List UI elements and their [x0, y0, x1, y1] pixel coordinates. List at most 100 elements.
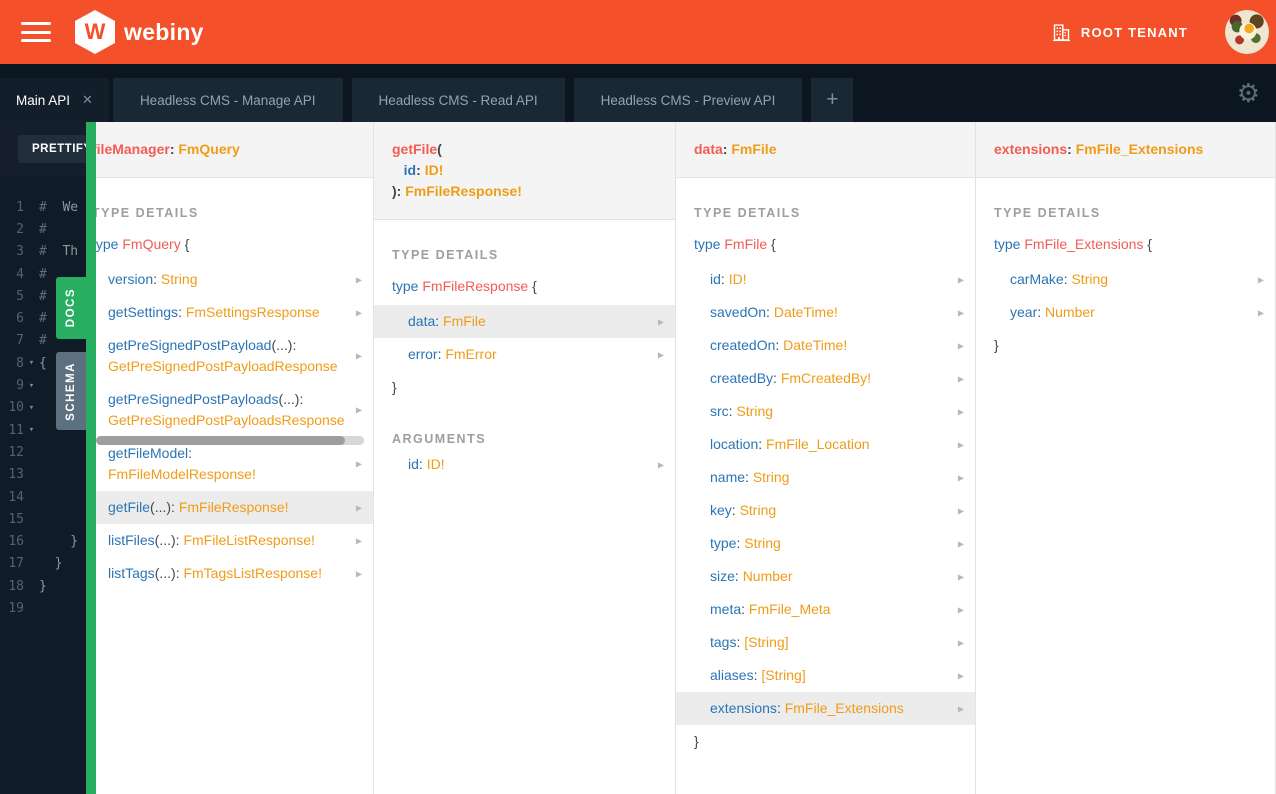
tab-headless-cms-preview-api[interactable]: Headless CMS - Preview API [573, 78, 803, 122]
doc-field-row[interactable]: createdOn: DateTime! ▶ [676, 329, 975, 362]
doc-field-row[interactable]: meta: FmFile_Meta ▶ [676, 593, 975, 626]
doc-field-row[interactable]: tags: [String] ▶ [676, 626, 975, 659]
fold-triangle-down-icon[interactable]: ▾ [24, 403, 39, 413]
line-number: 10 [8, 400, 24, 416]
doc-field-row[interactable]: id: ID! ▶ [676, 263, 975, 296]
gear-icon[interactable]: ⚙ [1237, 80, 1260, 106]
tab-main-api[interactable]: Main API ✕ [0, 78, 109, 122]
section-title: TYPE DETAILS [96, 206, 199, 220]
doc-field-row[interactable]: src: String ▶ [676, 395, 975, 428]
doc-field-row[interactable]: id: ID! ▶ [374, 448, 675, 481]
api-tab-bar: Main API ✕ Headless CMS - Manage API Headle… [0, 64, 1276, 122]
field-args: (...) [278, 391, 300, 407]
doc-field-row[interactable]: name: String ▶ [676, 461, 975, 494]
type-link[interactable]: FmQuery [178, 141, 239, 157]
tab-docs[interactable]: DOCS [56, 277, 86, 339]
line-number: 8 [16, 355, 24, 371]
expand-arrow-icon: ▶ [355, 351, 362, 361]
field-type: String [752, 469, 790, 485]
type-link[interactable]: FmFile_Extensions [1076, 141, 1204, 157]
type-declaration[interactable]: type FmQuery { [96, 222, 373, 263]
webiny-logo[interactable]: W webiny [75, 10, 204, 54]
type-link[interactable]: FmFile [731, 141, 776, 157]
expand-arrow-icon: ▶ [957, 341, 964, 350]
field-name: meta [710, 601, 742, 617]
doc-field-row[interactable]: data: FmFile ▶ [374, 305, 675, 338]
doc-field-row[interactable]: size: Number ▶ [676, 560, 975, 593]
fold-triangle-down-icon[interactable]: ▾ [24, 425, 39, 435]
expand-arrow-icon: ▶ [1257, 308, 1264, 317]
field-type: FmCreatedBy! [780, 370, 872, 386]
expand-arrow-icon: ▶ [957, 374, 964, 383]
doc-field-row[interactable]: aliases: [String] ▶ [676, 659, 975, 692]
expand-arrow-icon: ▶ [657, 460, 664, 469]
doc-field-row[interactable]: location: FmFile_Location ▶ [676, 428, 975, 461]
tab-headless-cms-manage-api[interactable]: Headless CMS - Manage API [112, 78, 343, 122]
tenant-selector[interactable]: ROOT TENANT [1051, 22, 1188, 43]
field-type: ID! [728, 271, 747, 287]
type-link[interactable]: ID! [425, 162, 444, 178]
field-name: savedOn [710, 304, 767, 320]
field-type: DateTime! [773, 304, 838, 320]
doc-field-row[interactable]: listFiles(...): FmFileListResponse! ▶ [96, 524, 373, 557]
doc-field-row[interactable]: getFileModel: FmFileModelResponse! ▶ [96, 437, 373, 491]
field-name: tags [710, 634, 737, 650]
editor-line: 18} [0, 575, 86, 597]
field-type: String [160, 271, 198, 287]
line-number: 13 [8, 467, 24, 483]
doc-field-row[interactable]: carMake: String ▶ [976, 263, 1275, 296]
field-name: extensions [710, 700, 777, 716]
fold-triangle-down-icon[interactable]: ▾ [24, 381, 39, 391]
doc-field-row[interactable]: extensions: FmFile_Extensions ▶ [676, 692, 975, 725]
tenant-label: ROOT TENANT [1080, 24, 1188, 40]
type-declaration[interactable]: type FmFile_Extensions { [976, 222, 1275, 263]
fold-triangle-down-icon[interactable]: ▾ [24, 358, 39, 368]
field-type: FmFileModelResponse! [108, 466, 256, 482]
doc-field-row[interactable]: listTags(...): FmTagsListResponse! ▶ [96, 557, 373, 590]
type-link[interactable]: FmFileResponse! [405, 183, 522, 199]
doc-column: extensions: FmFile_Extensions TYPE DETAIL… [976, 122, 1276, 794]
expand-arrow-icon: ▶ [957, 638, 964, 647]
doc-field-row[interactable]: getPreSignedPostPayloads(...): GetPreSig… [96, 383, 373, 437]
avatar[interactable] [1225, 10, 1269, 54]
editor-line: 16 } [0, 530, 86, 552]
doc-field-row[interactable]: error: FmError ▶ [374, 338, 675, 371]
field-type: [String] [744, 634, 789, 650]
tab-schema[interactable]: SCHEMA [56, 352, 86, 430]
field-type: ID! [426, 456, 445, 472]
doc-field-row[interactable]: year: Number ▶ [976, 296, 1275, 329]
docs-panel-edge[interactable] [86, 122, 96, 794]
doc-field-row[interactable]: getPreSignedPostPayload(...): GetPreSign… [96, 329, 373, 383]
field-name: id [710, 271, 721, 287]
field-name: getSettings [108, 304, 179, 320]
field-name: version [108, 271, 154, 287]
menu-icon[interactable] [21, 22, 51, 42]
prettify-button[interactable]: PRETTIFY [18, 135, 86, 163]
editor-toolbar: PRETTIFY [0, 122, 86, 176]
field-name: src [710, 403, 729, 419]
doc-field-row[interactable]: version: String ▶ [96, 263, 373, 296]
field-type: FmFile [443, 313, 486, 329]
doc-field-row[interactable]: type: String ▶ [676, 527, 975, 560]
type-declaration[interactable]: type FmFile { [676, 222, 975, 263]
scrollbar-thumb[interactable] [96, 436, 346, 445]
horizontal-scrollbar[interactable] [96, 436, 364, 445]
field-name: createdBy [710, 370, 774, 386]
tab-headless-cms-read-api[interactable]: Headless CMS - Read API [351, 78, 565, 122]
field-name: getFileModel [108, 445, 189, 461]
editor-line: 19 [0, 597, 86, 619]
line-number: 17 [8, 556, 24, 572]
close-icon[interactable]: ✕ [82, 92, 93, 108]
query-editor[interactable]: PRETTIFY 1 # We 2 #3 # Th 4 #5 #6 #7 #8 ▾{9 ▾ 10 ▾ 11 ▾… [0, 122, 86, 794]
top-app-bar: W webiny ROOT TENANT [0, 0, 1276, 64]
doc-field-row[interactable]: savedOn: DateTime! ▶ [676, 296, 975, 329]
doc-field-row[interactable]: getFile(...): FmFileResponse! ▶ [96, 491, 373, 524]
editor-line: 13 [0, 464, 86, 486]
doc-field-row[interactable]: getSettings: FmSettingsResponse ▶ [96, 296, 373, 329]
add-tab-button[interactable]: + [811, 78, 854, 122]
tab-schema-label: SCHEMA [65, 361, 77, 421]
type-declaration[interactable]: type FmFileResponse { [374, 264, 675, 305]
doc-field-row[interactable]: createdBy: FmCreatedBy! ▶ [676, 362, 975, 395]
doc-field-row[interactable]: key: String ▶ [676, 494, 975, 527]
field-type: DateTime! [783, 337, 848, 353]
